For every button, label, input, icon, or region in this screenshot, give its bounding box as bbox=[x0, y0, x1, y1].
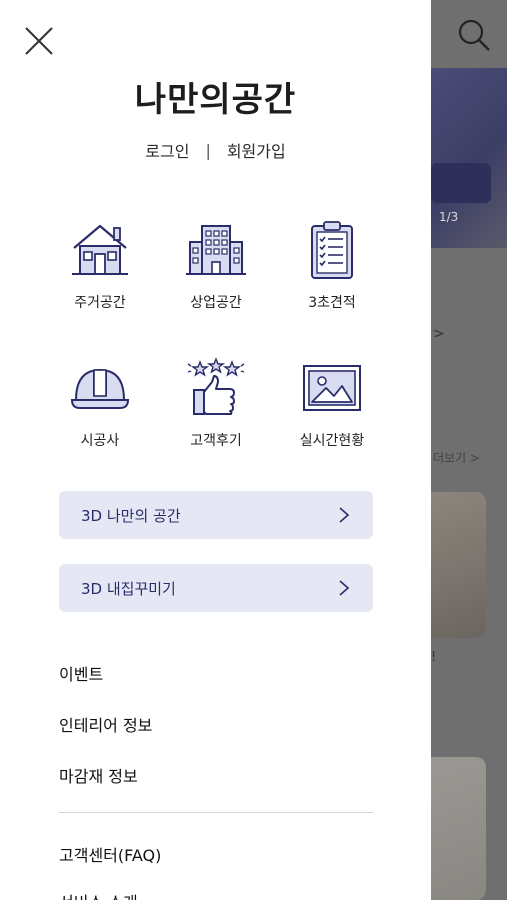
auth-links: 로그인 | 회원가입 bbox=[0, 138, 431, 162]
menu-divider bbox=[59, 812, 373, 813]
banner-label: 3D 내집꾸미기 bbox=[81, 579, 176, 598]
category-label: 주거공간 bbox=[74, 295, 126, 311]
banner-3d-home-decor[interactable]: 3D 내집꾸미기 bbox=[59, 564, 373, 612]
brand-logo: 나만의공간 bbox=[134, 80, 297, 120]
category-label: 상업공간 bbox=[190, 295, 242, 311]
card-caption: ! bbox=[431, 650, 437, 665]
menu-item-faq[interactable]: 고객센터(FAQ) bbox=[59, 842, 161, 866]
more-link[interactable]: 더보기 > bbox=[433, 449, 480, 466]
banner-3d-my-space[interactable]: 3D 나만의 공간 bbox=[59, 491, 373, 539]
thumbs-up-stars-icon bbox=[187, 357, 245, 415]
category-live-status[interactable]: 실시간현황 bbox=[274, 356, 390, 450]
picture-frame-icon bbox=[303, 365, 361, 411]
category-reviews[interactable]: 고객후기 bbox=[158, 356, 274, 450]
category-contractor[interactable]: 시공사 bbox=[42, 356, 158, 450]
category-label: 실시간현황 bbox=[299, 433, 365, 449]
category-label: 3초견적 bbox=[308, 295, 356, 311]
content-card[interactable] bbox=[431, 492, 486, 638]
signup-link[interactable]: 회원가입 bbox=[227, 138, 286, 162]
building-icon bbox=[186, 225, 246, 275]
category-label: 시공사 bbox=[80, 433, 120, 449]
search-icon[interactable] bbox=[455, 16, 495, 56]
banner-label: 3D 나만의 공간 bbox=[81, 506, 181, 525]
chevron-right-icon bbox=[339, 507, 350, 523]
category-residential[interactable]: 주거공간 bbox=[42, 218, 158, 312]
close-icon[interactable] bbox=[22, 24, 56, 58]
chevron-right-icon bbox=[339, 580, 350, 596]
clipboard-icon bbox=[311, 221, 353, 279]
arrow-glyph: > bbox=[433, 326, 445, 342]
category-grid: 주거공간 상업공간 3초견적 시공사 고객후기 실시간현황 bbox=[42, 218, 390, 450]
menu-item-interior-info[interactable]: 인테리어 정보 bbox=[59, 712, 152, 736]
menu-item-event[interactable]: 이벤트 bbox=[59, 661, 103, 685]
content-card[interactable] bbox=[431, 757, 486, 900]
login-link[interactable]: 로그인 bbox=[145, 138, 189, 162]
hardhat-icon bbox=[70, 368, 130, 409]
category-label: 고객후기 bbox=[190, 433, 242, 449]
side-drawer: 나만의공간 로그인 | 회원가입 주거공간 상업공간 3초견적 시공사 고객후기… bbox=[0, 0, 431, 900]
auth-separator: | bbox=[205, 140, 211, 160]
menu-item-service-intro[interactable]: 서비스 소개 bbox=[59, 889, 138, 900]
category-quick-estimate[interactable]: 3초견적 bbox=[274, 218, 390, 312]
slide-counter: 1/3 bbox=[439, 210, 459, 224]
category-commercial[interactable]: 상업공간 bbox=[158, 218, 274, 312]
background-page: 1/3 > 더보기 > ! bbox=[431, 0, 507, 900]
house-icon bbox=[72, 224, 128, 275]
menu-item-materials-info[interactable]: 마감재 정보 bbox=[59, 763, 138, 787]
